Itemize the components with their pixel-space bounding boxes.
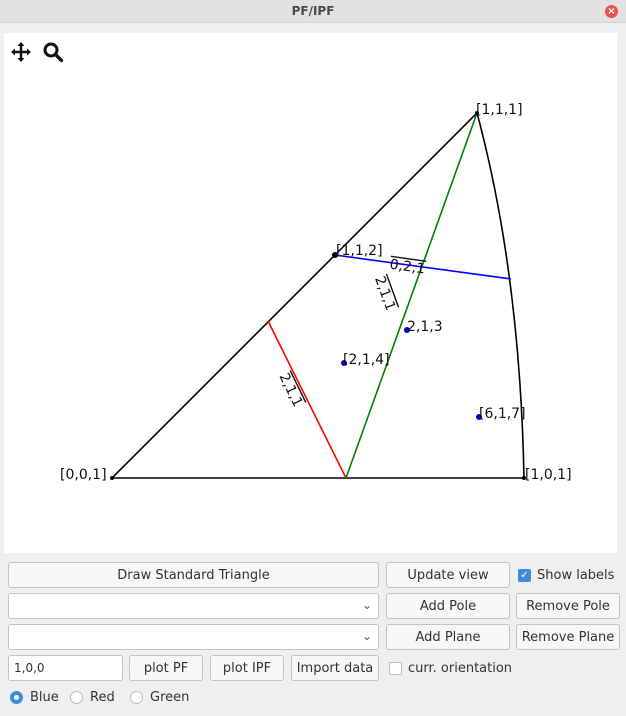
- add-pole-button[interactable]: Add Pole: [386, 593, 510, 619]
- pole-select-value[interactable]: [9, 594, 378, 618]
- stereographic-plot: [0,0,1] [1,0,1] [1,1,1] [1,1,2] 2,1,3 [2…: [60, 102, 572, 483]
- plane-label-211-green: 2,1,1: [371, 274, 398, 313]
- add-pole-label: Add Pole: [419, 598, 477, 614]
- pole-label-617: [6,1,7]: [479, 406, 526, 422]
- remove-plane-label: Remove Plane: [521, 629, 615, 645]
- curr-orientation-checkbox[interactable]: curr. orientation: [389, 661, 512, 676]
- radio-blue-label: Blue: [30, 690, 59, 705]
- direction-input[interactable]: [8, 655, 123, 681]
- radio-green-indicator[interactable]: [130, 691, 143, 704]
- pole-label-213: 2,1,3: [407, 319, 443, 335]
- pole-label-101: [1,0,1]: [525, 467, 572, 483]
- add-plane-label: Add Plane: [415, 629, 481, 645]
- curr-orientation-check-icon[interactable]: [389, 662, 402, 675]
- radio-green[interactable]: Green: [130, 690, 189, 705]
- chevron-down-icon: ⌄: [361, 629, 372, 643]
- plane-label-021: 0,2,1: [389, 257, 427, 278]
- curr-orientation-label: curr. orientation: [408, 661, 513, 676]
- remove-pole-label: Remove Pole: [526, 598, 610, 614]
- radio-red-indicator[interactable]: [70, 691, 83, 704]
- title-bar: PF/IPF ×: [0, 0, 626, 23]
- close-icon: ×: [607, 6, 616, 17]
- update-view-button[interactable]: Update view: [386, 562, 510, 588]
- show-labels-label: Show labels: [537, 568, 615, 583]
- pole-select[interactable]: ⌄: [8, 593, 379, 619]
- update-view-label: Update view: [407, 567, 489, 583]
- remove-plane-button[interactable]: Remove Plane: [516, 624, 620, 650]
- plane-trace-211-green: [345, 112, 478, 479]
- radio-blue-indicator[interactable]: [10, 691, 23, 704]
- plane-trace-211-red: [267, 320, 347, 479]
- pole-labels: [0,0,1] [1,0,1] [1,1,1] [1,1,2] 2,1,3 [2…: [60, 102, 572, 483]
- pole-label-214: [2,1,4]: [343, 352, 390, 368]
- plane-labels: 0,2,1 2,1,1 2,1,1: [276, 257, 427, 410]
- pole-marker-001: [110, 476, 114, 480]
- plot-canvas[interactable]: [0,0,1] [1,0,1] [1,1,1] [1,1,2] 2,1,3 [2…: [4, 33, 617, 553]
- plane-select-value[interactable]: [9, 625, 378, 649]
- plane-select[interactable]: ⌄: [8, 624, 379, 650]
- pole-label-112: [1,1,2]: [336, 243, 383, 259]
- remove-pole-button[interactable]: Remove Pole: [516, 593, 620, 619]
- triangle-edge-001-111: [111, 112, 478, 479]
- import-data-button[interactable]: Import data: [291, 655, 379, 681]
- triangle-arc-101-111: [476, 112, 525, 479]
- radio-blue[interactable]: Blue: [10, 690, 59, 705]
- close-button[interactable]: ×: [605, 5, 618, 18]
- plane-label-211-red: 2,1,1: [276, 371, 306, 410]
- pole-label-001: [0,0,1]: [60, 467, 107, 483]
- show-labels-check-icon[interactable]: ✓: [518, 569, 531, 582]
- pole-label-111: [1,1,1]: [476, 102, 523, 118]
- add-plane-button[interactable]: Add Plane: [386, 624, 510, 650]
- draw-standard-triangle-label: Draw Standard Triangle: [117, 567, 270, 583]
- chevron-down-icon: ⌄: [361, 598, 372, 612]
- show-labels-checkbox[interactable]: ✓ Show labels: [518, 568, 614, 583]
- import-data-label: Import data: [296, 660, 374, 676]
- plot-pf-label: plot PF: [143, 660, 189, 676]
- plot-pf-button[interactable]: plot PF: [129, 655, 203, 681]
- window-title: PF/IPF: [291, 4, 335, 18]
- radio-red[interactable]: Red: [70, 690, 115, 705]
- direction-input-field[interactable]: [9, 656, 122, 680]
- radio-green-label: Green: [150, 690, 190, 705]
- plot-ipf-button[interactable]: plot IPF: [210, 655, 284, 681]
- poles: [110, 111, 526, 480]
- plot-ipf-label: plot IPF: [222, 660, 272, 676]
- radio-red-label: Red: [90, 690, 115, 705]
- draw-standard-triangle-button[interactable]: Draw Standard Triangle: [8, 562, 379, 588]
